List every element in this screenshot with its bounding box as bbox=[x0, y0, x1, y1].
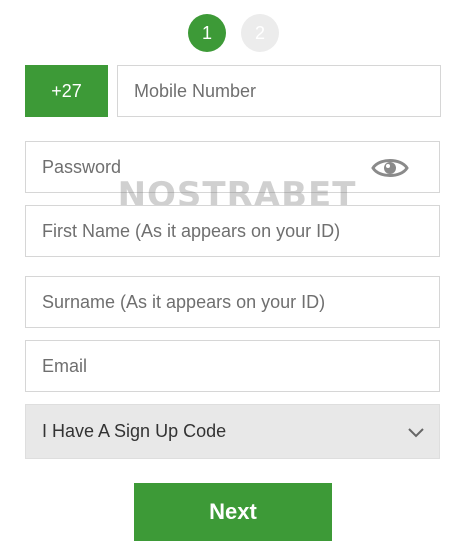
registration-page: 1 2 +27 NOSTRABET I Have A Sign Up Code … bbox=[0, 0, 474, 545]
email-field[interactable] bbox=[25, 340, 440, 392]
step-1-label: 1 bbox=[201, 22, 212, 43]
eye-icon[interactable] bbox=[371, 154, 409, 182]
country-code-button[interactable]: +27 bbox=[25, 65, 108, 117]
surname-field[interactable] bbox=[25, 276, 440, 328]
next-button[interactable]: Next bbox=[134, 483, 332, 541]
signup-code-label: I Have A Sign Up Code bbox=[42, 421, 227, 441]
mobile-number-field[interactable] bbox=[117, 65, 441, 117]
first-name-field[interactable] bbox=[25, 205, 440, 257]
step-indicator-2: 2 bbox=[241, 14, 279, 52]
signup-code-toggle[interactable]: I Have A Sign Up Code bbox=[25, 404, 440, 459]
chevron-down-icon bbox=[408, 428, 424, 438]
surname-input[interactable] bbox=[26, 277, 439, 327]
step-2-label: 2 bbox=[254, 22, 265, 43]
first-name-input[interactable] bbox=[26, 206, 439, 256]
email-input[interactable] bbox=[26, 341, 439, 391]
mobile-number-input[interactable] bbox=[118, 66, 440, 116]
step-indicator-1: 1 bbox=[188, 14, 226, 52]
password-field[interactable] bbox=[25, 141, 440, 193]
country-code-label: +27 bbox=[51, 80, 82, 101]
